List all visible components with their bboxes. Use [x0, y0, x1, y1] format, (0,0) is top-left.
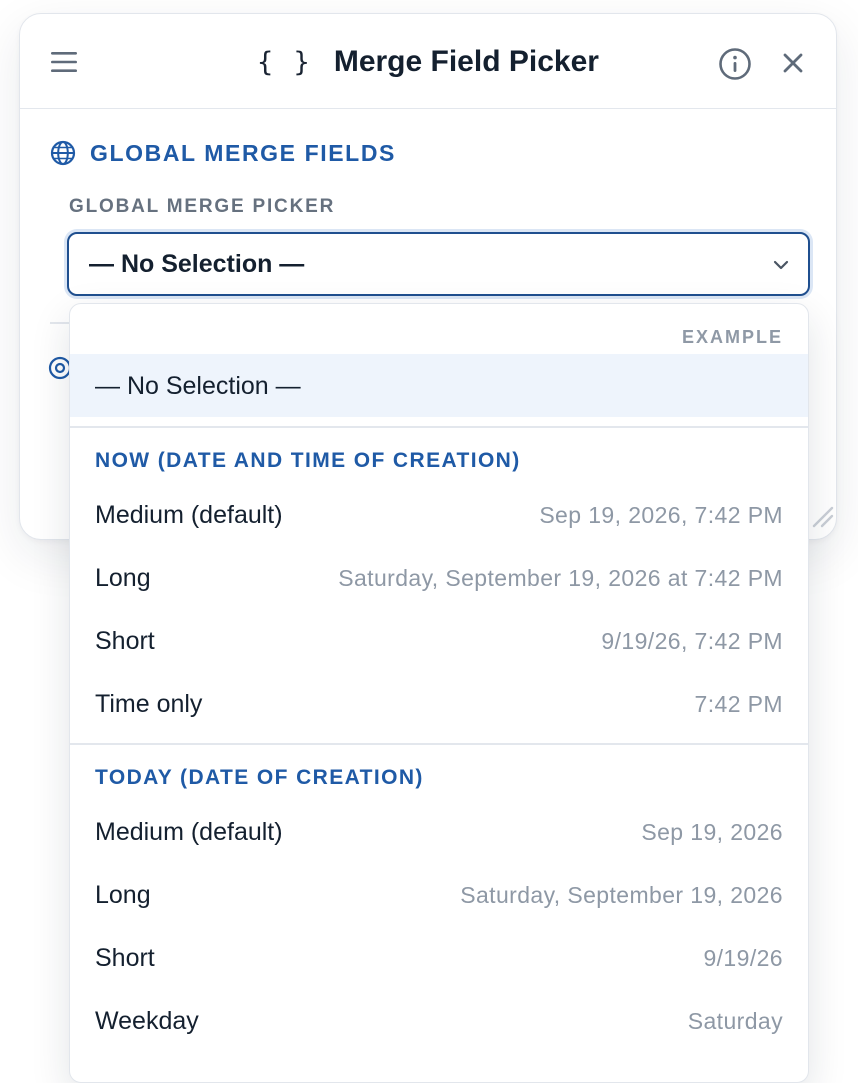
option-example: 9/19/26 — [703, 945, 783, 971]
resize-handle-icon[interactable] — [808, 502, 836, 530]
page-title: Merge Field Picker — [333, 45, 599, 78]
option-label: Short — [95, 944, 155, 972]
title-group: { } Merge Field Picker — [20, 42, 836, 82]
example-column-header: EXAMPLE — [681, 327, 783, 347]
option-example: 9/19/26, 7:42 PM — [601, 628, 783, 654]
option-no-selection[interactable]: — No Selection — — [70, 354, 808, 417]
option-label: Short — [95, 627, 155, 655]
option-label: Medium (default) — [95, 818, 283, 846]
option-now-medium[interactable]: Medium (default) Sep 19, 2026, 7:42 PM — [70, 483, 808, 546]
option-label: — No Selection — — [95, 372, 301, 400]
option-example: 7:42 PM — [694, 691, 783, 717]
option-example: Saturday — [687, 1008, 783, 1034]
group-divider — [70, 426, 808, 428]
globe-icon — [50, 140, 76, 166]
option-example: Saturday, September 19, 2026 — [460, 882, 783, 908]
section-heading-text: GLOBAL MERGE FIELDS — [90, 139, 396, 166]
option-now-short[interactable]: Short 9/19/26, 7:42 PM — [70, 609, 808, 672]
picker-dropdown-menu: EXAMPLE — No Selection — NOW (DATE AND T… — [69, 303, 809, 1083]
group-label-now: NOW (DATE AND TIME OF CREATION) — [95, 449, 521, 472]
chevron-down-icon — [773, 260, 789, 270]
group-label-today: TODAY (DATE OF CREATION) — [95, 766, 424, 789]
option-label: Weekday — [95, 1007, 199, 1035]
info-icon[interactable] — [718, 47, 752, 81]
option-example: Sep 19, 2026 — [641, 819, 783, 845]
option-example: Sep 19, 2026, 7:42 PM — [539, 502, 783, 528]
group-divider — [70, 743, 808, 745]
global-merge-fields-heading: GLOBAL MERGE FIELDS — [50, 138, 396, 168]
option-now-time-only[interactable]: Time only 7:42 PM — [70, 672, 808, 735]
option-label: Medium (default) — [95, 501, 283, 529]
picker-label: GLOBAL MERGE PICKER — [69, 196, 336, 217]
option-today-weekday[interactable]: Weekday Saturday — [70, 989, 808, 1052]
close-icon[interactable] — [782, 52, 804, 74]
option-now-long[interactable]: Long Saturday, September 19, 2026 at 7:4… — [70, 546, 808, 609]
select-value: — No Selection — — [89, 250, 305, 278]
option-label: Time only — [95, 690, 203, 718]
option-label: Long — [95, 881, 151, 909]
option-today-long[interactable]: Long Saturday, September 19, 2026 — [70, 863, 808, 926]
option-label: Long — [95, 564, 151, 592]
panel-header: { } Merge Field Picker — [20, 14, 836, 109]
option-today-short[interactable]: Short 9/19/26 — [70, 926, 808, 989]
option-today-medium[interactable]: Medium (default) Sep 19, 2026 — [70, 800, 808, 863]
braces-icon: { } — [257, 46, 312, 78]
global-merge-picker-select[interactable]: — No Selection — — [67, 232, 810, 296]
option-example: Saturday, September 19, 2026 at 7:42 PM — [338, 565, 783, 591]
